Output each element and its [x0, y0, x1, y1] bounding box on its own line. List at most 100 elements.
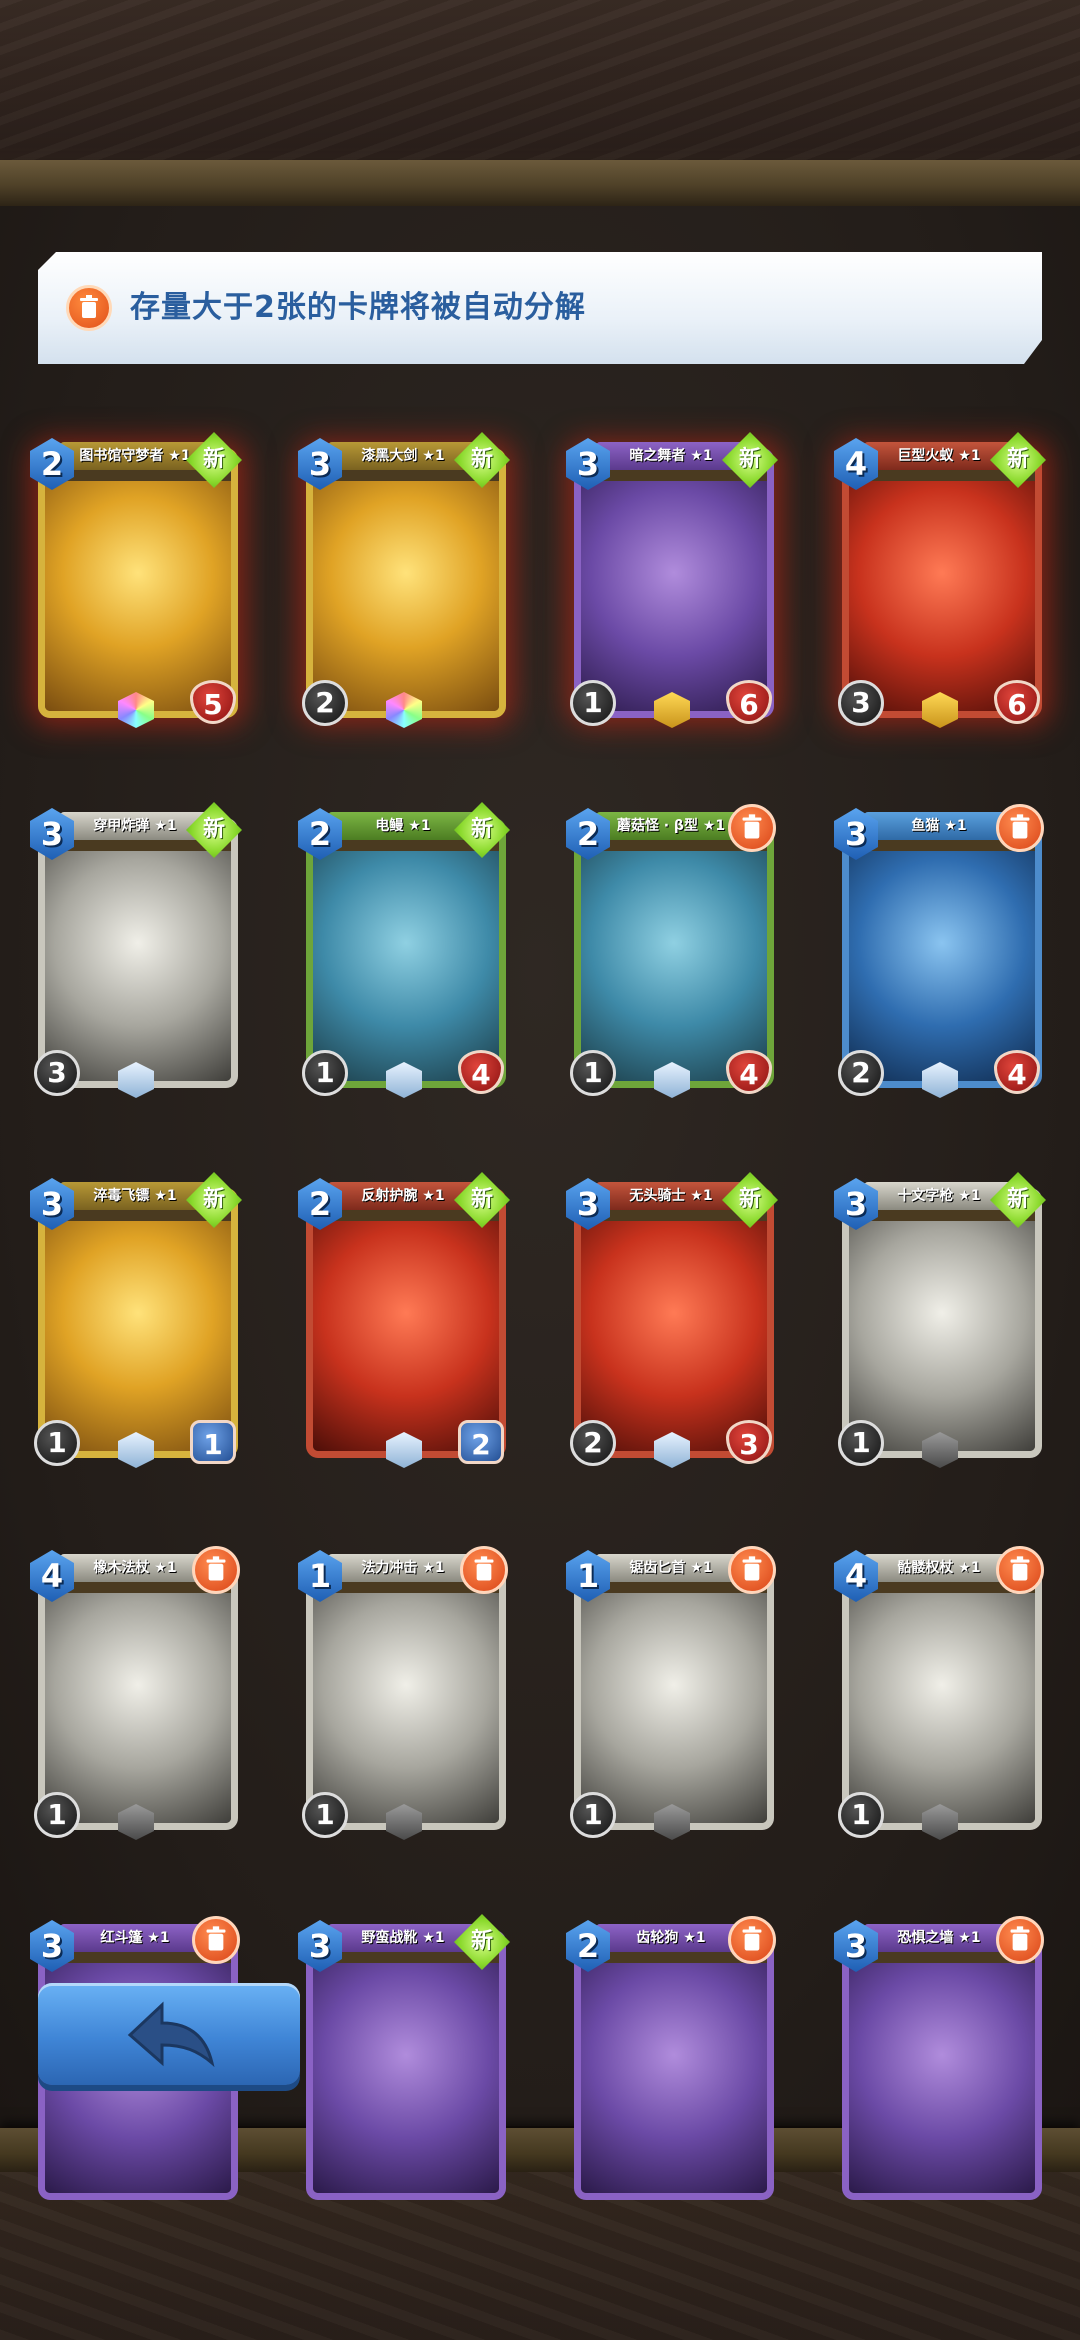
card-name: 淬毒飞镖 ★1	[60, 1182, 210, 1210]
card[interactable]: 鱼猫 ★1 3 2 4	[834, 798, 1046, 1098]
card-art	[45, 481, 231, 711]
card-attack: 1	[570, 1792, 616, 1838]
card-name: 锯齿匕首 ★1	[596, 1554, 746, 1582]
card-attack: 1	[838, 1420, 884, 1466]
card-frame	[306, 1930, 506, 2200]
card-art	[849, 1593, 1035, 1823]
card-art	[313, 1593, 499, 1823]
card[interactable]: 齿轮狗 ★1 2	[566, 1910, 778, 2208]
card-frame	[574, 1188, 774, 1458]
back-arrow-icon	[127, 2001, 215, 2067]
card-art	[313, 1221, 499, 1451]
card-frame	[306, 1188, 506, 1458]
card-art	[849, 481, 1035, 711]
card[interactable]: 十文字枪 ★1 3 新 1	[834, 1168, 1046, 1468]
card[interactable]: 无头骑士 ★1 3 新 2 3	[566, 1168, 778, 1468]
trash-icon	[66, 285, 112, 331]
card-art	[849, 851, 1035, 1081]
card[interactable]: 橡木法杖 ★1 4 1	[30, 1540, 242, 1840]
card-name: 反射护腕 ★1	[328, 1182, 478, 1210]
card-name: 橡木法杖 ★1	[60, 1554, 210, 1582]
card-health: 2	[458, 1420, 504, 1464]
card-attack: 1	[302, 1050, 348, 1096]
card-art	[581, 1963, 767, 2193]
card-frame	[306, 818, 506, 1088]
card-name: 电鳗 ★1	[328, 812, 478, 840]
card[interactable]: 巨型火蚁 ★1 4 新 3 6	[834, 428, 1046, 728]
card-frame	[38, 1560, 238, 1830]
card-name: 暗之舞者 ★1	[596, 442, 746, 470]
card-frame	[842, 1188, 1042, 1458]
trash-icon[interactable]	[728, 1546, 776, 1594]
card[interactable]: 蘑菇怪 · β型 ★1 2 1 4	[566, 798, 778, 1098]
card-name: 野蛮战靴 ★1	[328, 1924, 478, 1952]
card-name: 十文字枪 ★1	[864, 1182, 1014, 1210]
card-frame	[38, 448, 238, 718]
card-frame	[38, 818, 238, 1088]
trash-icon[interactable]	[996, 804, 1044, 852]
card-art	[581, 481, 767, 711]
card-name: 无头骑士 ★1	[596, 1182, 746, 1210]
card-frame	[574, 448, 774, 718]
card[interactable]: 穿甲炸弹 ★1 3 新 3	[30, 798, 242, 1098]
trash-icon[interactable]	[192, 1546, 240, 1594]
card-attack: 3	[838, 680, 884, 726]
card-frame	[842, 1560, 1042, 1830]
card-attack: 1	[302, 1792, 348, 1838]
card-attack: 1	[34, 1792, 80, 1838]
trash-icon[interactable]	[728, 1916, 776, 1964]
card[interactable]: 电鳗 ★1 2 新 1 4	[298, 798, 510, 1098]
card-art	[45, 1221, 231, 1451]
card-art	[313, 851, 499, 1081]
card-name: 图书馆守梦者 ★1	[60, 442, 210, 470]
top-rail	[0, 160, 1080, 206]
auto-decompose-notice: 存量大于2张的卡牌将被自动分解	[38, 252, 1042, 364]
card-name: 齿轮狗 ★1	[596, 1924, 746, 1952]
card-name: 蘑菇怪 · β型 ★1	[596, 812, 746, 840]
card-art	[313, 1963, 499, 2193]
card-frame	[38, 1188, 238, 1458]
card-name: 巨型火蚁 ★1	[864, 442, 1014, 470]
card-art	[581, 1221, 767, 1451]
card[interactable]: 图书馆守梦者 ★1 2 新 5	[30, 428, 242, 728]
notice-text: 存量大于2张的卡牌将被自动分解	[130, 290, 586, 325]
card-frame	[842, 818, 1042, 1088]
card[interactable]: 法力冲击 ★1 1 1	[298, 1540, 510, 1840]
card[interactable]: 淬毒飞镖 ★1 3 新 1 1	[30, 1168, 242, 1468]
card-name: 鱼猫 ★1	[864, 812, 1014, 840]
card-frame	[306, 448, 506, 718]
card-attack: 2	[838, 1050, 884, 1096]
card-attack: 1	[838, 1792, 884, 1838]
card-frame	[842, 448, 1042, 718]
trash-icon[interactable]	[996, 1916, 1044, 1964]
card-name: 漆黑大剑 ★1	[328, 442, 478, 470]
card-art	[849, 1221, 1035, 1451]
card-art	[313, 481, 499, 711]
card[interactable]: 反射护腕 ★1 2 新 2	[298, 1168, 510, 1468]
card-health: 1	[190, 1420, 236, 1464]
card-frame	[574, 818, 774, 1088]
card-frame	[574, 1930, 774, 2200]
card[interactable]: 暗之舞者 ★1 3 新 1 6	[566, 428, 778, 728]
card[interactable]: 骷髅权杖 ★1 4 1	[834, 1540, 1046, 1840]
back-button[interactable]	[38, 1983, 300, 2085]
trash-icon[interactable]	[996, 1546, 1044, 1594]
card-name: 穿甲炸弹 ★1	[60, 812, 210, 840]
card-art	[581, 851, 767, 1081]
card-art	[45, 1593, 231, 1823]
card[interactable]: 野蛮战靴 ★1 3 新	[298, 1910, 510, 2208]
card-name: 骷髅权杖 ★1	[864, 1554, 1014, 1582]
card-attack: 1	[570, 680, 616, 726]
card-name: 红斗篷 ★1	[60, 1924, 210, 1952]
card-frame	[842, 1930, 1042, 2200]
card-attack: 2	[570, 1420, 616, 1466]
card[interactable]: 恐惧之墙 ★1 3	[834, 1910, 1046, 2208]
card-name: 恐惧之墙 ★1	[864, 1924, 1014, 1952]
card[interactable]: 锯齿匕首 ★1 1 1	[566, 1540, 778, 1840]
trash-icon[interactable]	[728, 804, 776, 852]
card[interactable]: 漆黑大剑 ★1 3 新 2	[298, 428, 510, 728]
card-art	[581, 1593, 767, 1823]
trash-icon[interactable]	[460, 1546, 508, 1594]
trash-icon[interactable]	[192, 1916, 240, 1964]
card-art	[45, 851, 231, 1081]
